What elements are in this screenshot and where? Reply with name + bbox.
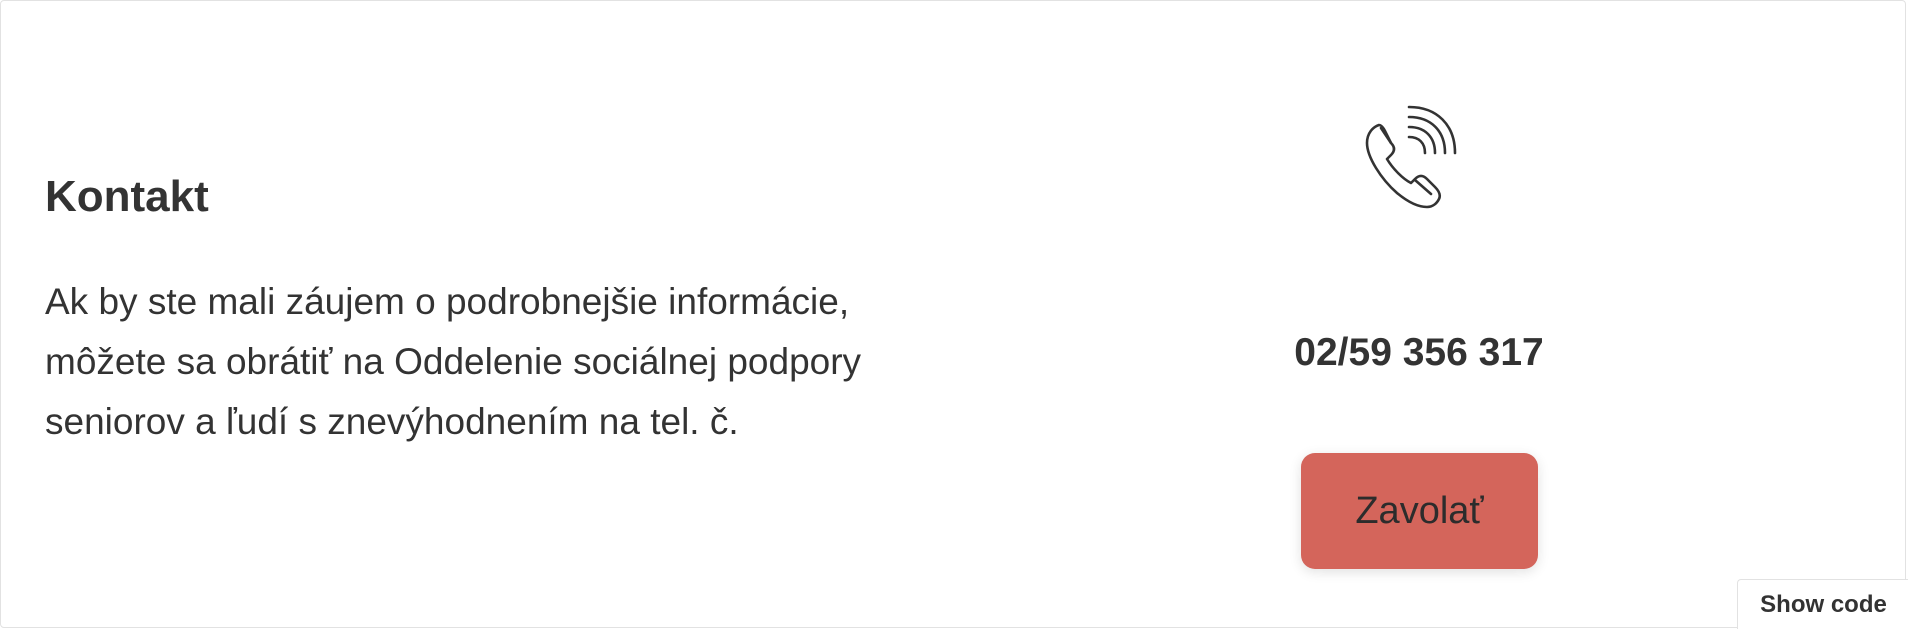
phone-number: 02/59 356 317 [1294,331,1544,374]
contact-card: Kontakt Ak by ste mali záujem o podrobne… [0,0,1908,629]
contact-description: Ak by ste mali záujem o podrobnejšie inf… [45,280,862,442]
contact-info: Kontakt Ak by ste mali záujem o podrobne… [45,171,945,452]
call-button[interactable]: Zavolať [1301,453,1538,569]
phone-ringing-icon [1353,97,1483,227]
contact-phone-panel: 02/59 356 317 Zavolať [1221,1,1617,629]
show-code-button[interactable]: Show code [1737,579,1908,629]
contact-title: Kontakt [45,172,209,221]
